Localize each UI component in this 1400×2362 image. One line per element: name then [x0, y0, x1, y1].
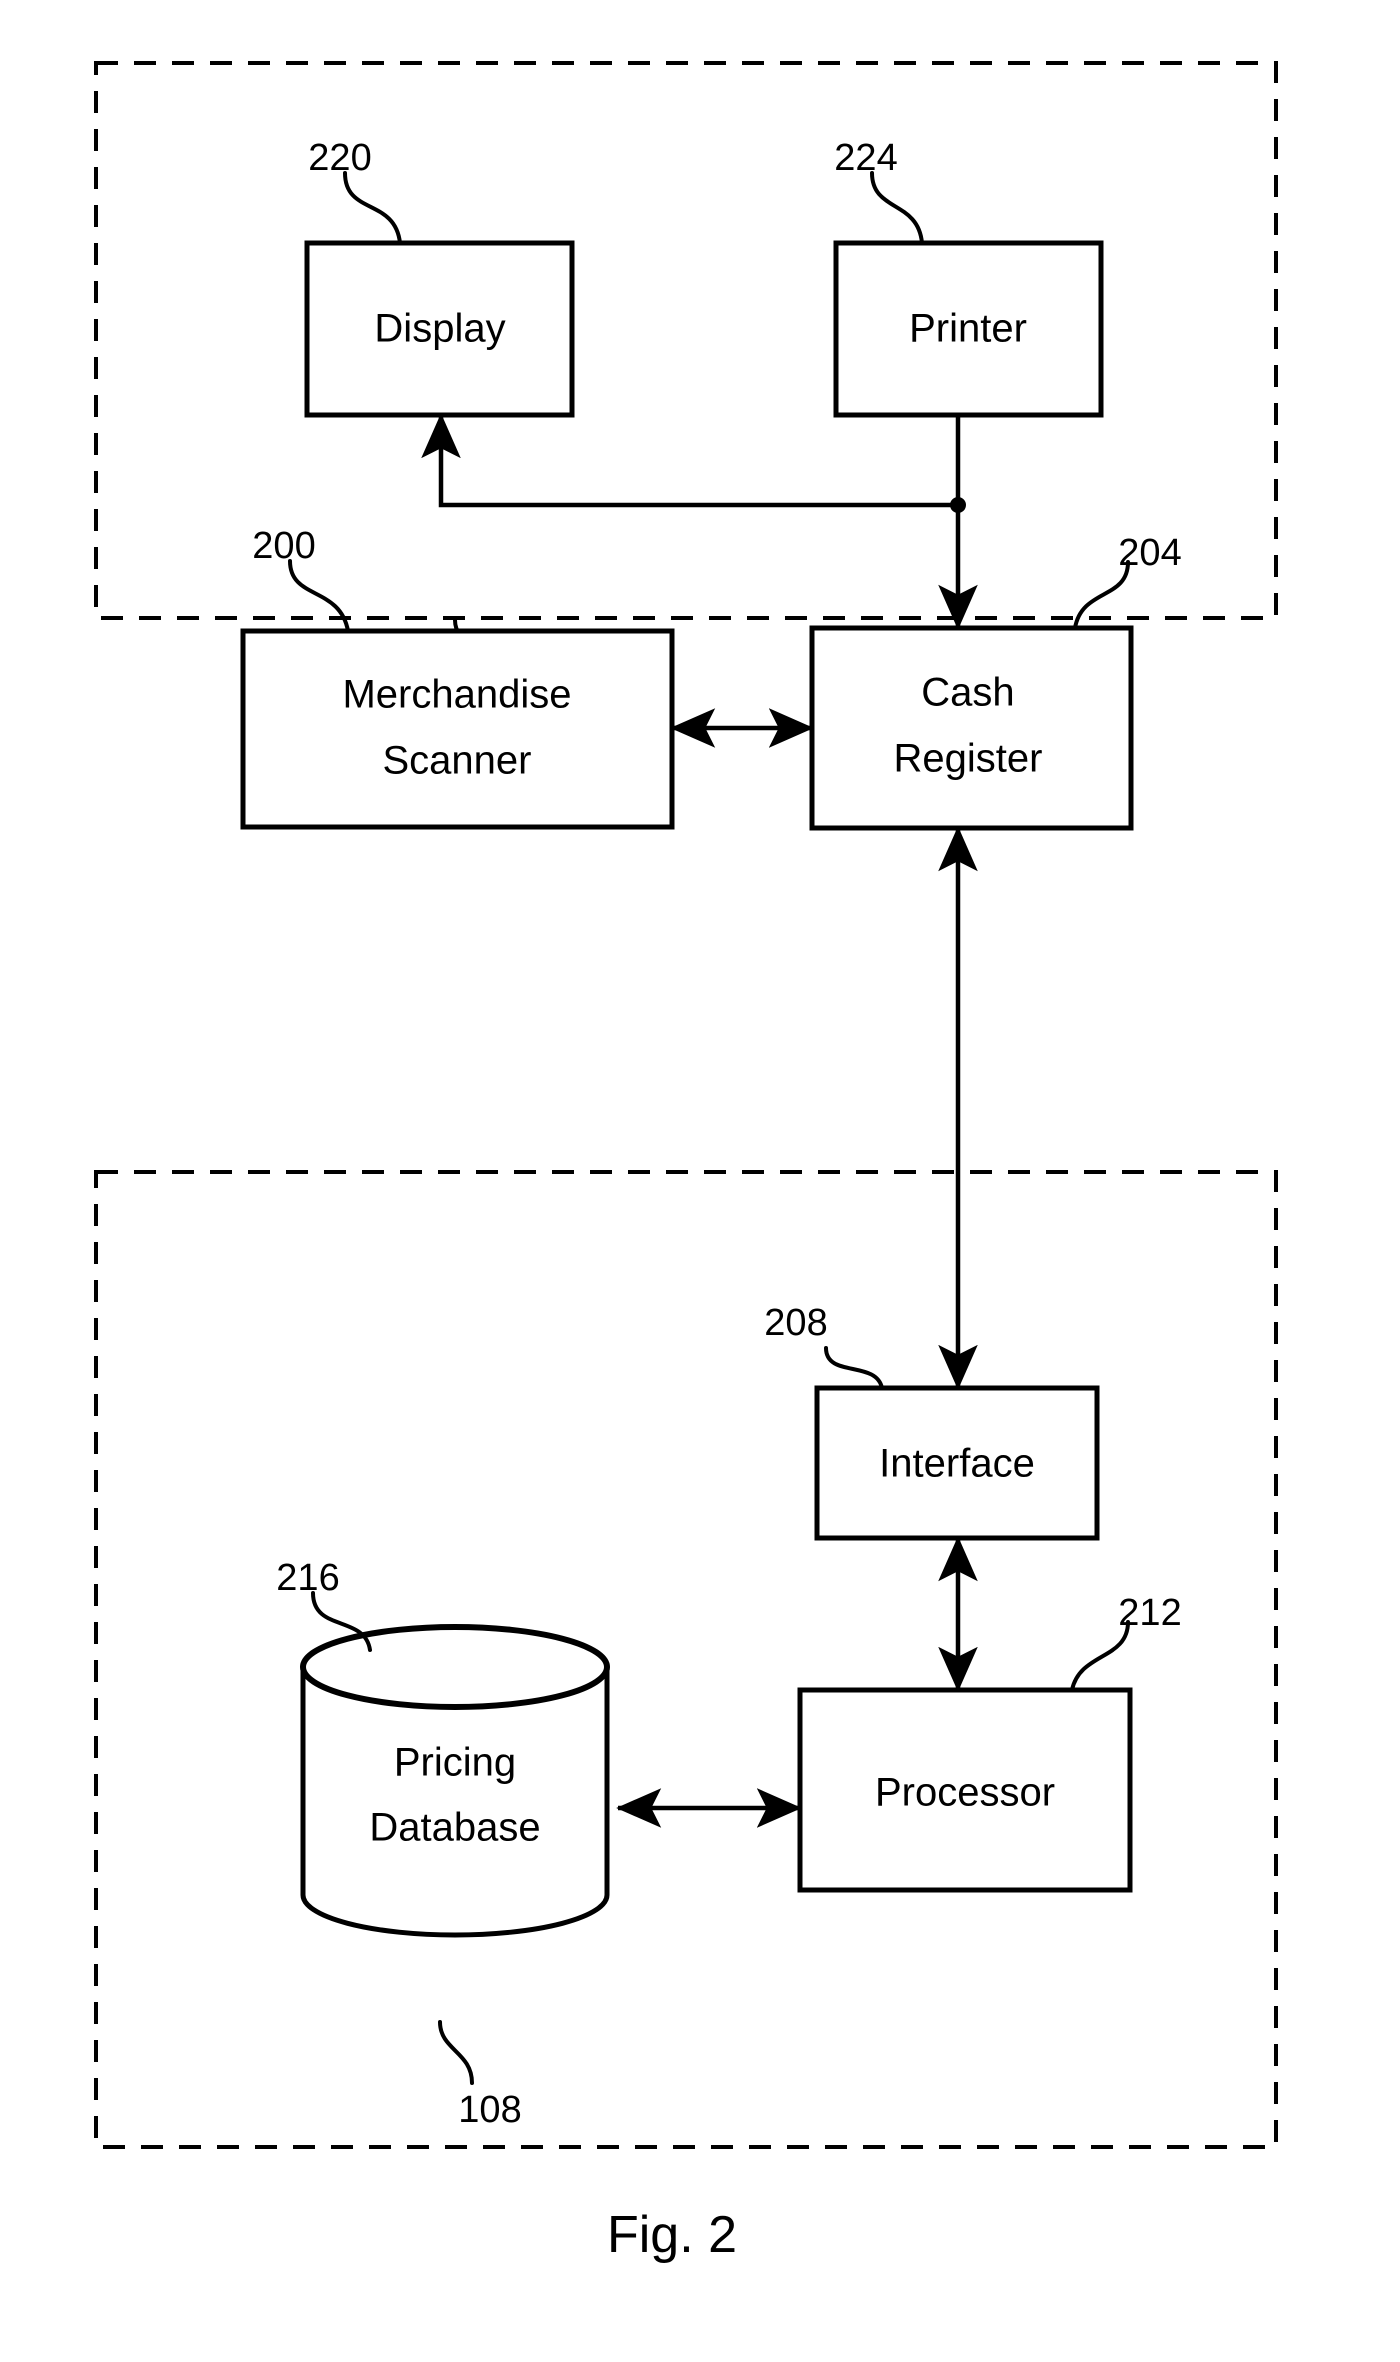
node-interface[interactable]: Interface — [814, 1385, 1100, 1541]
node-processor[interactable]: Processor — [797, 1687, 1133, 1893]
ref-label-212: 212 — [1118, 1592, 1181, 1634]
cash-register-label-line2: Register — [894, 737, 1043, 781]
cash-register-label-line1: Cash — [921, 671, 1014, 715]
ref-label-220: 220 — [308, 137, 371, 179]
ref-label-104: 108 — [458, 2089, 521, 2131]
block-diagram-canvas: 104 108 Display 220 Printer — [94, 61, 1278, 2264]
merchandise-scanner-box[interactable] — [240, 628, 675, 830]
leader-line-224 — [870, 171, 924, 245]
ref-label-204: 204 — [1118, 532, 1181, 574]
processor-label: Processor — [875, 1771, 1055, 1815]
merchandise-scanner-label-line2: Scanner — [383, 739, 532, 783]
ref-label-216: 216 — [276, 1557, 339, 1599]
interface-label: Interface — [879, 1442, 1035, 1486]
printer-label: Printer — [909, 307, 1027, 351]
patent-figure-2: 104 108 Display 220 Printer — [0, 0, 1400, 2362]
node-display[interactable]: Display — [304, 240, 575, 418]
connector-cash-register-display — [421, 413, 958, 508]
display-label: Display — [374, 307, 505, 351]
ref-label-208: 208 — [764, 1302, 827, 1344]
pricing-database-label-line1: Pricing — [394, 1741, 516, 1785]
node-printer[interactable]: Printer — [833, 240, 1104, 418]
ref-label-224: 224 — [834, 137, 897, 179]
node-cash-register[interactable]: Cash Register — [809, 625, 1134, 831]
pricing-database-cylinder-top — [300, 1624, 610, 1710]
figure-caption: Fig. 2 — [607, 2206, 737, 2264]
ref-label-200: 200 — [252, 525, 315, 567]
cash-register-box[interactable] — [809, 625, 1134, 831]
node-merchandise-scanner[interactable]: Merchandise Scanner — [240, 628, 675, 830]
leader-line-208 — [824, 1346, 884, 1390]
junction-dot — [950, 497, 966, 513]
leader-line-104 — [438, 2020, 474, 2085]
leader-line-220 — [343, 171, 402, 245]
merchandise-scanner-label-line1: Merchandise — [342, 673, 571, 717]
leader-line-200 — [288, 559, 350, 633]
pricing-database-label-line2: Database — [369, 1806, 540, 1850]
node-pricing-database[interactable]: Pricing Database — [300, 1624, 610, 1938]
